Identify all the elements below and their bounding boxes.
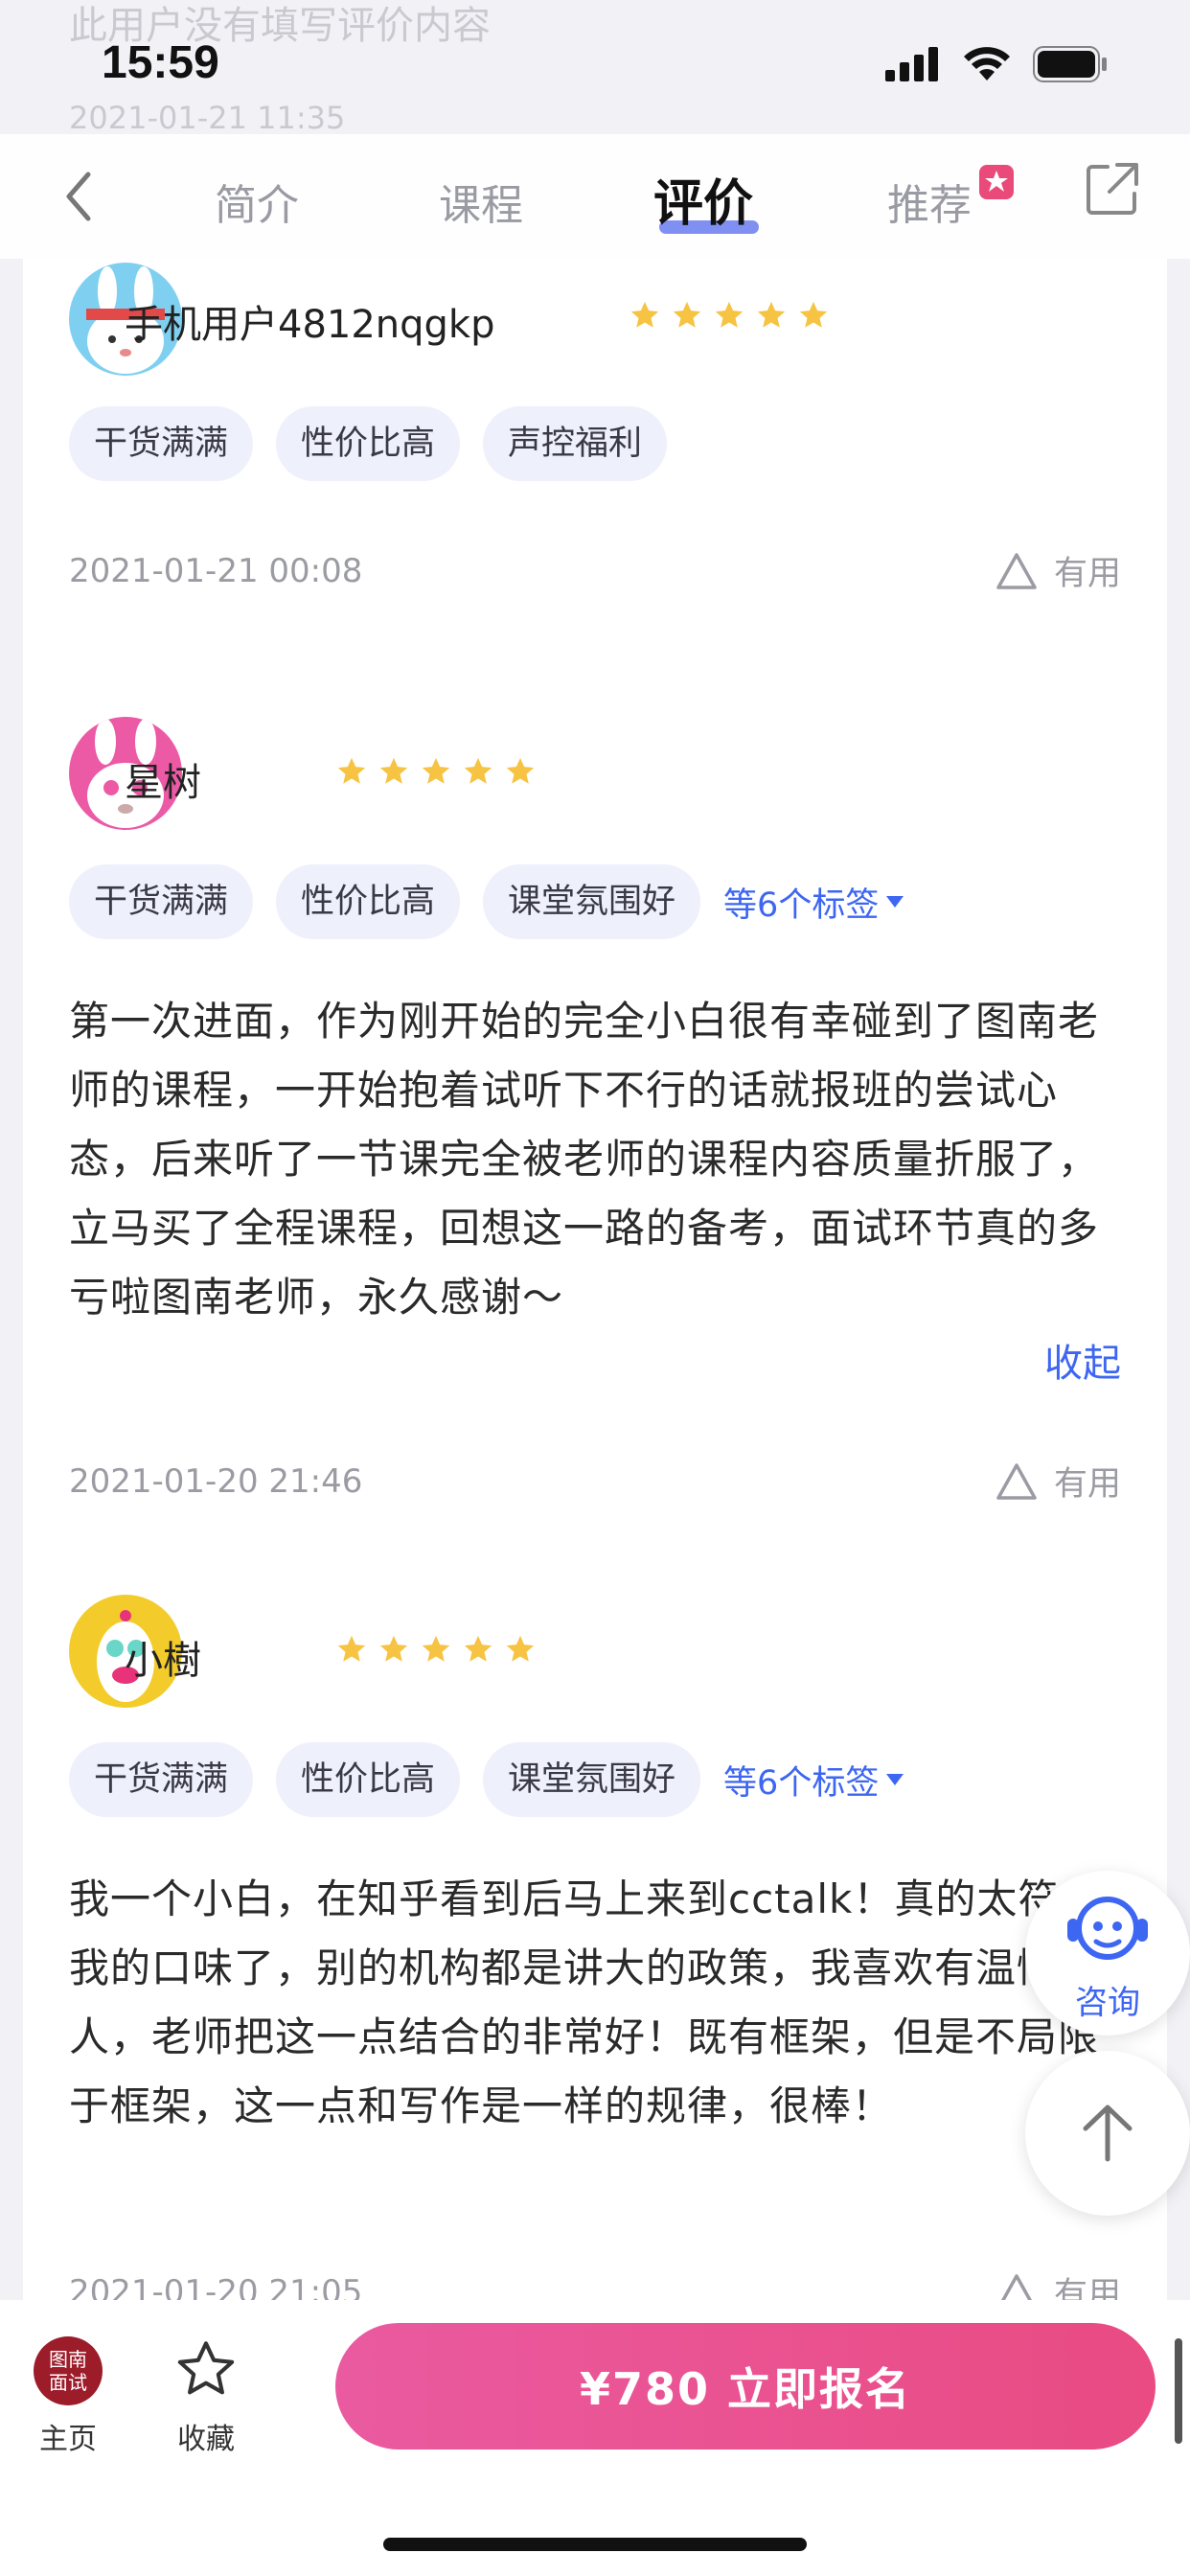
star-icon xyxy=(715,301,744,328)
status-time: 15:59 xyxy=(102,37,219,88)
recommend-star-badge-icon xyxy=(979,165,1014,199)
tag-chip: 干货满满 xyxy=(69,864,254,939)
useful-button[interactable]: 有用 xyxy=(995,2267,1121,2300)
home-label: 主页 xyxy=(39,2423,97,2456)
consult-label: 咨询 xyxy=(1075,1984,1140,2022)
customer-service-icon xyxy=(1067,1897,1148,1960)
triangle-like-icon xyxy=(1000,2273,1033,2300)
tab-recommend[interactable]: 推荐 xyxy=(887,165,1014,232)
review-date: 2021-01-21 00:08 xyxy=(69,552,363,590)
star-rating xyxy=(335,755,537,788)
tag-chip: 性价比高 xyxy=(276,1742,461,1817)
home-tab[interactable]: 图南面试 主页 xyxy=(15,2336,121,2457)
tag-list: 干货满满 性价比高 课堂氛围好 等6个标签 xyxy=(69,864,905,939)
status-bar: 15:59 xyxy=(0,0,1190,134)
useful-label: 有用 xyxy=(1053,1465,1121,1504)
tab-bar: 简介 课程 评价 推荐 xyxy=(0,134,1190,259)
home-indicator xyxy=(383,2538,807,2551)
triangle-like-icon xyxy=(996,552,1037,589)
reviewer-name: 小樹 xyxy=(125,1639,201,1683)
tag-list: 干货满满 性价比高 课堂氛围好 等6个标签 xyxy=(69,1742,905,1817)
tab-reviews[interactable]: 评价 xyxy=(653,163,753,235)
reviewer-name: 手机用户4812nqgkp xyxy=(125,303,495,347)
star-icon xyxy=(464,1635,492,1662)
more-tags-toggle[interactable]: 等6个标签 xyxy=(723,1756,905,1805)
triangle-like-icon xyxy=(996,1462,1037,1500)
star-outline-icon xyxy=(177,2341,235,2395)
arrow-up-icon xyxy=(1083,2104,1133,2162)
tag-chip: 课堂氛围好 xyxy=(483,864,701,939)
brand-logo: 图南面试 xyxy=(34,2336,103,2405)
star-icon xyxy=(799,301,828,328)
reviewer-name: 星树 xyxy=(125,761,201,805)
star-icon xyxy=(464,757,492,784)
favorite-tab[interactable]: 收藏 xyxy=(153,2336,259,2457)
tag-chip: 课堂氛围好 xyxy=(483,1742,701,1817)
more-tags-toggle[interactable]: 等6个标签 xyxy=(723,878,905,927)
signal-icon xyxy=(885,47,938,81)
useful-button[interactable]: 有用 xyxy=(995,546,1121,595)
caret-down-icon xyxy=(886,1774,904,1785)
tag-chip: 干货满满 xyxy=(69,1742,254,1817)
star-icon xyxy=(673,301,701,328)
enroll-button[interactable]: ¥780 立即报名 xyxy=(335,2323,1156,2450)
battery-icon xyxy=(1033,46,1107,82)
star-icon xyxy=(337,1635,366,1662)
consult-button[interactable]: 咨询 xyxy=(1025,1871,1190,2036)
star-icon xyxy=(379,757,408,784)
review-text: 我一个小白，在知乎看到后马上来到cctalk！真的太符合我的口味了，别的机构都是… xyxy=(69,1875,1101,2129)
wifi-icon xyxy=(964,47,1010,80)
top-nav-bar: 简介 课程 评价 推荐 xyxy=(0,134,1190,259)
tab-intro[interactable]: 简介 xyxy=(215,171,299,232)
collapse-link[interactable]: 收起 xyxy=(1044,1332,1121,1388)
star-icon xyxy=(422,757,450,784)
tag-chip: 干货满满 xyxy=(69,406,254,481)
tab-recommend-label: 推荐 xyxy=(887,181,972,230)
star-icon xyxy=(630,301,659,328)
review-date: 2021-01-20 21:05 xyxy=(69,2273,363,2300)
tag-chip: 性价比高 xyxy=(276,406,461,481)
scroll-indicator xyxy=(1175,2338,1182,2444)
tab-course[interactable]: 课程 xyxy=(439,171,523,232)
review-date: 2021-01-20 21:46 xyxy=(69,1462,363,1501)
tag-list: 干货满满 性价比高 声控福利 xyxy=(69,406,668,481)
star-rating xyxy=(335,1633,537,1666)
star-icon xyxy=(422,1635,450,1662)
caret-down-icon xyxy=(886,896,904,908)
status-icons xyxy=(885,46,1108,82)
star-rating xyxy=(629,299,830,332)
share-icon[interactable] xyxy=(1085,161,1140,217)
bottom-action-bar: 图南面试 主页 收藏 ¥780 立即报名 xyxy=(0,2300,1190,2576)
star-icon xyxy=(506,757,535,784)
star-icon xyxy=(337,757,366,784)
review-list: 手机用户4812nqgkp 干货满满 性价比高 声控福利 2021-01-21 … xyxy=(23,259,1167,2300)
tag-chip: 声控福利 xyxy=(483,406,668,481)
more-tags-label: 等6个标签 xyxy=(723,1763,880,1803)
more-tags-label: 等6个标签 xyxy=(723,886,880,925)
scroll-top-button[interactable] xyxy=(1025,2051,1190,2216)
favorite-label: 收藏 xyxy=(177,2423,235,2456)
star-icon xyxy=(506,1635,535,1662)
star-icon xyxy=(379,1635,408,1662)
useful-button[interactable]: 有用 xyxy=(995,1457,1121,1506)
useful-label: 有用 xyxy=(1053,2276,1121,2300)
tag-chip: 性价比高 xyxy=(276,864,461,939)
useful-label: 有用 xyxy=(1053,555,1121,593)
star-icon xyxy=(757,301,786,328)
review-text: 第一次进面，作为刚开始的完全小白很有幸碰到了图南老师的课程，一开始抱着试听下不行… xyxy=(69,998,1100,1321)
